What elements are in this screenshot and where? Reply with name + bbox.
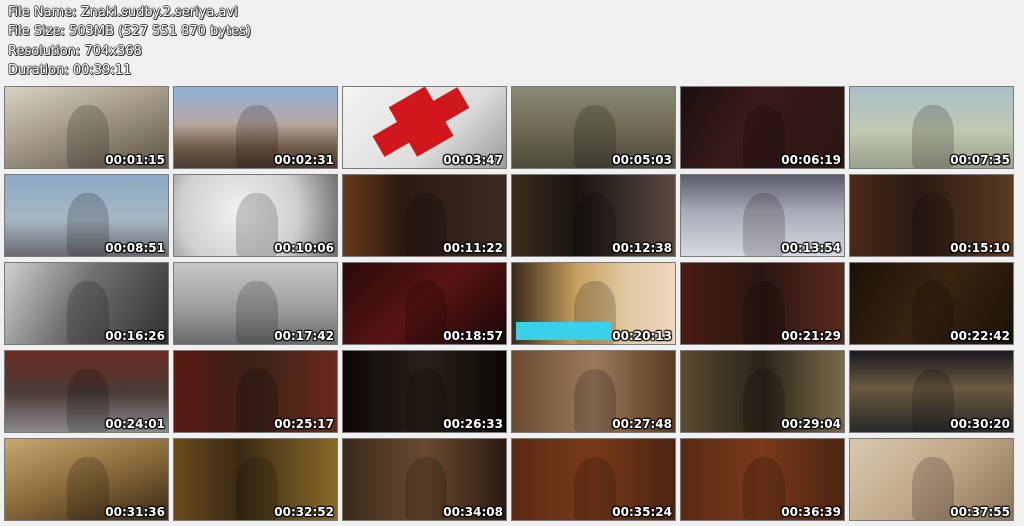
timecode-label: 00:02:31 <box>274 153 334 167</box>
frame-subject <box>404 192 448 256</box>
frame-subject <box>404 280 448 344</box>
thumbnail-pressure-gauge[interactable]: 00:10:06 <box>173 174 338 257</box>
frame-subject <box>235 368 279 432</box>
timecode-label: 00:34:08 <box>443 505 503 519</box>
frame-subject <box>911 456 955 520</box>
timecode-label: 00:24:01 <box>105 417 165 431</box>
thumbnail-baby-sleeping[interactable]: 00:37:55 <box>849 438 1014 521</box>
timecode-label: 00:18:57 <box>443 329 503 343</box>
frame-subject <box>911 280 955 344</box>
frame-subject <box>742 368 786 432</box>
frame-subject <box>573 192 617 256</box>
timecode-label: 00:37:55 <box>950 505 1010 519</box>
timecode-label: 00:13:54 <box>781 241 841 255</box>
frame-subject <box>404 368 448 432</box>
frame-subject <box>573 368 617 432</box>
frame-subject <box>742 280 786 344</box>
timecode-label: 00:20:13 <box>612 329 672 343</box>
frame-subject <box>235 104 279 168</box>
frame-subject <box>911 192 955 256</box>
file-info-header: File Name: Znaki.sudby.2.seriya.avi File… <box>8 3 251 80</box>
frame-subject <box>911 104 955 168</box>
timecode-label: 00:35:24 <box>612 505 672 519</box>
thumbnail-silhouette-dark[interactable]: 00:26:33 <box>342 350 507 433</box>
thumbnail-woman-hooded[interactable]: 00:34:08 <box>342 438 507 521</box>
timecode-label: 00:22:42 <box>950 329 1010 343</box>
thumbnail-radio-operator-bw[interactable]: 00:16:26 <box>4 262 169 345</box>
thumbnail-priest-interview[interactable]: 00:29:04 <box>680 350 845 433</box>
thumbnail-red-cross[interactable]: 00:03:47 <box>342 86 507 169</box>
thumbnail-ruined-building[interactable]: 00:01:15 <box>4 86 169 169</box>
timecode-label: 00:03:47 <box>443 153 503 167</box>
thumbnail-forest-sepia[interactable]: 00:31:36 <box>4 438 169 521</box>
frame-subject <box>66 104 110 168</box>
frame-subject <box>742 104 786 168</box>
timecode-label: 00:15:10 <box>950 241 1010 255</box>
timecode-label: 00:01:15 <box>105 153 165 167</box>
timecode-label: 00:27:48 <box>612 417 672 431</box>
thumbnail-airport-window-bw[interactable]: 00:17:42 <box>173 262 338 345</box>
timecode-label: 00:11:22 <box>443 241 503 255</box>
thumbnail-man-interview-bookshelf[interactable]: 00:11:22 <box>342 174 507 257</box>
thumbnail-older-man-piano[interactable]: 00:12:38 <box>511 174 676 257</box>
timecode-label: 00:36:39 <box>781 505 841 519</box>
thumbnail-bald-man-bookshelf[interactable]: 00:15:10 <box>849 174 1014 257</box>
thumbnail-woman-interior[interactable]: 00:27:48 <box>511 350 676 433</box>
timecode-label: 00:10:06 <box>274 241 334 255</box>
file-name-line: File Name: Znaki.sudby.2.seriya.avi <box>8 5 238 20</box>
frame-subject <box>573 104 617 168</box>
timecode-label: 00:29:04 <box>781 417 841 431</box>
timecode-label: 00:05:03 <box>612 153 672 167</box>
timecode-label: 00:06:19 <box>781 153 841 167</box>
timecode-label: 00:07:35 <box>950 153 1010 167</box>
timecode-label: 00:26:33 <box>443 417 503 431</box>
thumbnail-city-night-river[interactable]: 00:30:20 <box>849 350 1014 433</box>
thumbnail-woman-cabinet[interactable]: 00:35:24 <box>511 438 676 521</box>
frame-subject <box>573 456 617 520</box>
thumbnail-tv-news-woman[interactable]: 00:20:13 <box>511 262 676 345</box>
timecode-label: 00:30:20 <box>950 417 1010 431</box>
frame-subject <box>66 368 110 432</box>
timecode-label: 00:12:38 <box>612 241 672 255</box>
timecode-label: 00:21:29 <box>781 329 841 343</box>
file-size-line: File Size: 503MB (527 551 870 bytes) <box>8 24 251 40</box>
resolution-line: Resolution: 704x368 <box>8 43 142 59</box>
frame-subject <box>66 192 110 256</box>
frame-subject <box>742 456 786 520</box>
thumbnail-two-men-outdoors[interactable]: 00:08:51 <box>4 174 169 257</box>
thumbnail-woman-red-hair[interactable]: 00:07:35 <box>849 86 1014 169</box>
thumbnail-man-bench-stadium[interactable]: 00:24:01 <box>4 350 169 433</box>
duration-line: Duration: 00:39:11 <box>8 62 132 78</box>
thumbnail-man-theater-seats[interactable]: 00:18:57 <box>342 262 507 345</box>
frame-subject <box>235 192 279 256</box>
tv-channel-banner <box>516 322 611 340</box>
frame-subject <box>66 280 110 344</box>
frame-subject <box>66 456 110 520</box>
frame-subject <box>235 456 279 520</box>
frame-subject <box>911 368 955 432</box>
thumbnail-man-closeup-red[interactable]: 00:25:17 <box>173 350 338 433</box>
thumbnail-priest-church[interactable]: 00:32:52 <box>173 438 338 521</box>
thumbnail-hockey-players[interactable]: 00:13:54 <box>680 174 845 257</box>
thumbnail-singer-on-stage[interactable]: 00:06:19 <box>680 86 845 169</box>
thumbnail-woman-gesturing[interactable]: 00:36:39 <box>680 438 845 521</box>
timecode-label: 00:08:51 <box>105 241 165 255</box>
timecode-label: 00:31:36 <box>105 505 165 519</box>
thumbnail-soldiers-stretcher[interactable]: 00:05:03 <box>511 86 676 169</box>
timecode-label: 00:16:26 <box>105 329 165 343</box>
frame-subject <box>404 456 448 520</box>
thumbnail-train-tracks-dusk[interactable]: 00:02:31 <box>173 86 338 169</box>
timecode-label: 00:17:42 <box>274 329 334 343</box>
thumbnail-grid: 00:01:15 00:02:31 00:03:47 00:05:03 00:06:19… <box>4 86 1014 521</box>
thumbnail-man-interview-red[interactable]: 00:21:29 <box>680 262 845 345</box>
timecode-label: 00:32:52 <box>274 505 334 519</box>
frame-subject <box>742 192 786 256</box>
timecode-label: 00:25:17 <box>274 417 334 431</box>
thumbnail-dancer-costume[interactable]: 00:22:42 <box>849 262 1014 345</box>
frame-subject <box>235 280 279 344</box>
